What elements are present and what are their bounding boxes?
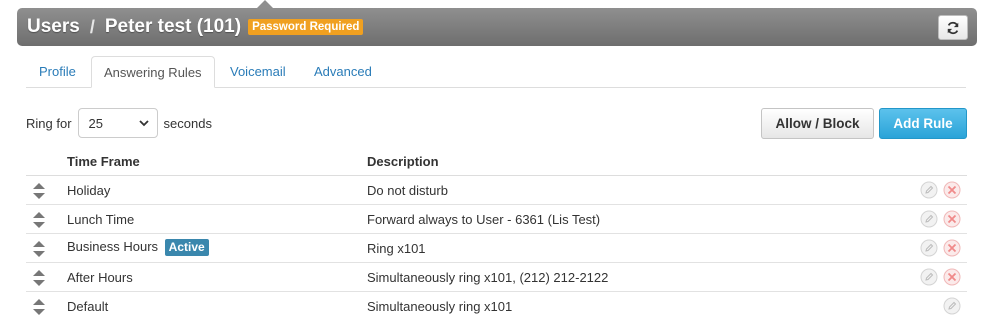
description-cell: Simultaneously ring x101, (212) 212-2122 <box>367 270 609 285</box>
page-title: Peter test (101) <box>104 16 242 37</box>
tab-answering-rules[interactable]: Answering Rules <box>91 56 215 88</box>
edit-icon[interactable] <box>920 239 938 257</box>
page-header: Users / Peter test (101) Password Requir… <box>17 8 977 46</box>
edit-icon[interactable] <box>920 210 938 228</box>
delete-icon[interactable] <box>943 210 961 228</box>
table-row: Default Simultaneously ring x101 <box>26 292 967 321</box>
edit-icon[interactable] <box>920 268 938 286</box>
active-badge: Active <box>164 239 209 256</box>
ring-for-suffix: seconds <box>163 115 212 131</box>
breadcrumb-separator: / <box>89 16 95 37</box>
drag-handle-icon[interactable] <box>32 240 46 258</box>
description-cell: Simultaneously ring x101 <box>367 299 513 314</box>
drag-handle-icon[interactable] <box>32 269 46 287</box>
delete-icon[interactable] <box>943 239 961 257</box>
refresh-button[interactable] <box>938 15 968 40</box>
chevron-down-icon <box>138 120 149 127</box>
table-header: Time Frame Description <box>26 148 967 176</box>
answering-rules-table: Time Frame Description Holiday Do not di… <box>26 148 967 321</box>
description-cell: Ring x101 <box>367 241 426 256</box>
edit-icon[interactable] <box>920 181 938 199</box>
breadcrumb-users[interactable]: Users <box>27 16 80 38</box>
description-cell: Forward always to User - 6361 (Lis Test) <box>367 212 601 227</box>
column-header-description: Description <box>367 154 439 169</box>
status-badge: Password Required <box>248 19 364 35</box>
tab-bar: Profile Answering Rules Voicemail Advanc… <box>26 56 966 88</box>
tab-voicemail[interactable]: Voicemail <box>230 56 286 88</box>
drag-handle-icon[interactable] <box>32 211 46 229</box>
column-header-time-frame: Time Frame <box>67 154 140 169</box>
header-notch <box>257 0 273 8</box>
table-row: Lunch Time Forward always to User - 6361… <box>26 205 967 234</box>
add-rule-button[interactable]: Add Rule <box>879 108 967 139</box>
description-cell: Do not disturb <box>367 183 448 198</box>
ring-for-group: Ring for 25 seconds <box>26 108 212 138</box>
time-frame-cell: Lunch Time <box>67 212 135 227</box>
ring-for-select[interactable]: 25 <box>77 108 158 138</box>
drag-handle-icon[interactable] <box>32 182 46 200</box>
drag-handle-icon[interactable] <box>32 298 46 316</box>
ring-for-value: 25 <box>88 115 103 131</box>
ring-for-label: Ring for <box>26 115 72 131</box>
tab-profile[interactable]: Profile <box>39 56 76 88</box>
delete-icon[interactable] <box>943 181 961 199</box>
edit-icon[interactable] <box>943 297 961 315</box>
time-frame-cell: After Hours <box>67 270 133 285</box>
table-row: After Hours Simultaneously ring x101, (2… <box>26 263 967 292</box>
table-row: Business Hours Active Ring x101 <box>26 234 967 263</box>
time-frame-cell: Holiday <box>67 183 111 198</box>
table-row: Holiday Do not disturb <box>26 176 967 205</box>
refresh-icon <box>947 21 959 34</box>
time-frame-cell: Default <box>67 299 109 314</box>
allow-block-button[interactable]: Allow / Block <box>761 108 874 139</box>
tab-advanced[interactable]: Advanced <box>314 56 372 88</box>
time-frame-cell-wrap: Business Hours Active <box>67 239 209 256</box>
time-frame-cell: Business Hours <box>67 239 159 254</box>
delete-icon[interactable] <box>943 268 961 286</box>
